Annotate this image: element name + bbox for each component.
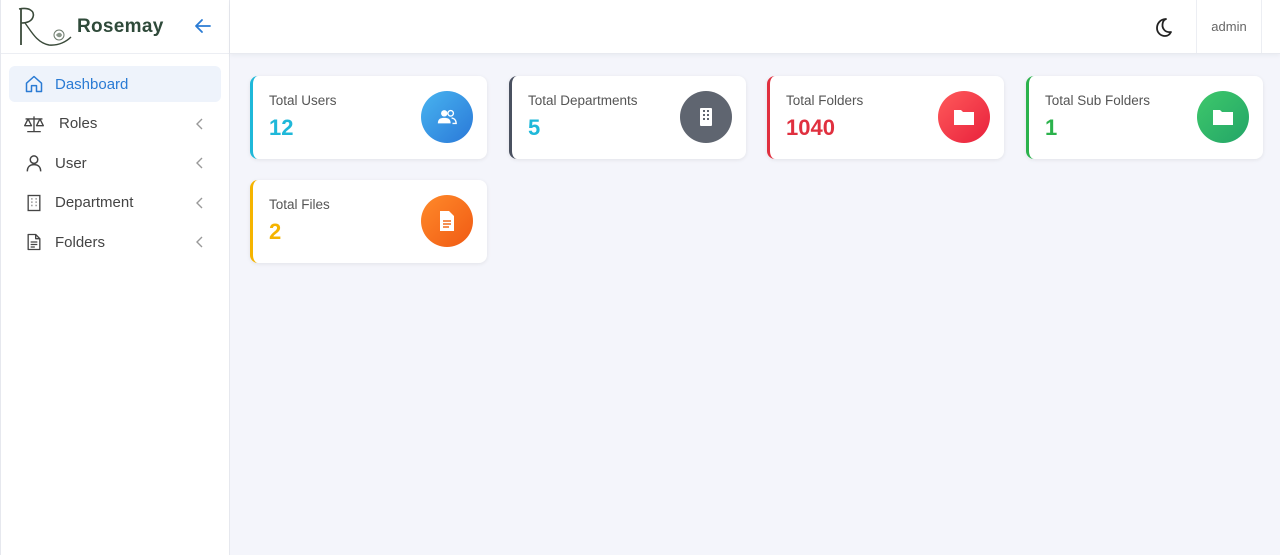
building-icon: [680, 91, 732, 143]
chevron-left-icon: [193, 116, 207, 132]
stat-card-total-folders[interactable]: Total Folders 1040: [767, 76, 1004, 159]
file-icon: [421, 195, 473, 247]
stat-card-total-departments[interactable]: Total Departments 5: [509, 76, 746, 159]
moon-icon[interactable]: [1148, 13, 1176, 41]
sidebar-item-label: Department: [55, 194, 134, 211]
card-value: 1040: [786, 115, 835, 140]
brand-name: Rosemay: [77, 15, 164, 37]
sidebar-item-dashboard[interactable]: Dashboard: [9, 66, 221, 102]
sidebar-item-label: Dashboard: [55, 75, 129, 93]
brand: Rosemay: [1, 0, 229, 54]
stat-card-total-users[interactable]: Total Users 12: [250, 76, 487, 159]
building-icon: [23, 192, 45, 214]
sidebar-item-department[interactable]: Department: [9, 185, 221, 221]
user-icon: [23, 152, 45, 174]
sidebar-item-label: User: [55, 154, 87, 172]
card-title: Total Departments: [528, 93, 638, 108]
sidebar-item-label: Folders: [55, 233, 106, 251]
sidebar-item-user[interactable]: User: [9, 145, 221, 181]
document-icon: [23, 231, 45, 253]
rosemay-logo[interactable]: [15, 5, 77, 49]
folder-icon: [938, 91, 990, 143]
stat-card-total-files[interactable]: Total Files 2: [250, 180, 487, 263]
sidebar-item-roles[interactable]: Roles: [9, 106, 221, 142]
scale-icon: [23, 113, 45, 135]
card-title: Total Users: [269, 93, 337, 108]
user-menu[interactable]: admin: [1196, 0, 1262, 53]
folder-icon: [1197, 91, 1249, 143]
arrow-left-icon[interactable]: [191, 14, 215, 38]
card-value: 2: [269, 219, 282, 244]
sidebar-menu: Dashboard Roles User Department Folders: [1, 54, 229, 260]
card-title: Total Folders: [786, 93, 864, 108]
home-icon: [23, 73, 45, 95]
top-bar: admin: [230, 0, 1280, 54]
chevron-left-icon: [193, 155, 207, 171]
chevron-left-icon: [193, 195, 207, 211]
card-value: 5: [528, 115, 541, 140]
stat-card-total-sub-folders[interactable]: Total Sub Folders 1: [1026, 76, 1263, 159]
chevron-left-icon: [193, 234, 207, 250]
card-title: Total Files: [269, 197, 330, 212]
sidebar: Rosemay Dashboard Roles User Department …: [0, 0, 230, 555]
card-value: 1: [1045, 115, 1058, 140]
sidebar-item-label: Roles: [59, 115, 98, 132]
users-icon: [421, 91, 473, 143]
card-value: 12: [269, 115, 294, 140]
sidebar-item-folders[interactable]: Folders: [9, 224, 221, 260]
card-title: Total Sub Folders: [1045, 93, 1151, 108]
